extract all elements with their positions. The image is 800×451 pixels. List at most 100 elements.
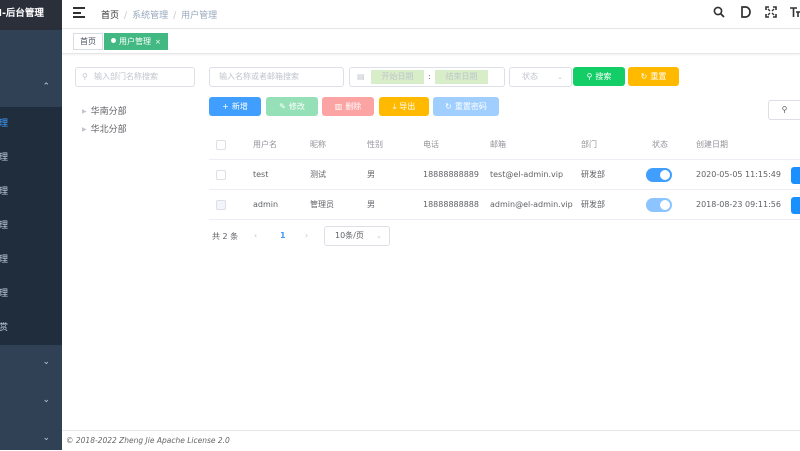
column-header: 创建日期 [696,140,728,149]
tree-node[interactable]: ▶ 华南分部 [82,104,127,117]
keyword-search-input[interactable]: 输入名称或者邮箱搜索 [209,67,344,87]
breadcrumb: 首页 / 系统管理 / 用户管理 [101,11,218,21]
sidebar-logo[interactable]: N-后台管理 [0,0,62,30]
dept-search-placeholder: 输入部门名称搜索 [94,72,158,81]
add-button-label: 新增 [231,102,248,111]
close-icon[interactable]: × [155,38,161,46]
cell-username: test [253,170,269,179]
column-header: 用户名 [253,140,277,149]
reset-button-label: 重置 [650,72,667,81]
sidebar-item-job-scheduling[interactable]: 赏 [0,311,62,345]
fullscreen-icon[interactable] [764,6,778,20]
download-icon: ⤓ [392,102,397,111]
add-button[interactable]: + 新增 [209,97,261,116]
tag-user-management[interactable]: 用户管理 × [104,33,168,50]
cell-username: admin [253,200,279,209]
cell-phone: 18888888888 [423,200,479,209]
sidebar-menu-tools[interactable]: ⌄ [0,383,62,417]
prev-page-icon[interactable]: ‹ [254,231,257,240]
breadcrumb-user: 用户管理 [181,11,218,21]
search-icon: ⚲ [82,72,88,81]
navbar: 首页 / 系统管理 / 用户管理 [62,0,800,29]
sidebar-item-job-management[interactable]: 理 [0,243,62,277]
edit-button-label: 修改 [288,102,305,111]
sidebar-item-label: 理 [0,255,9,265]
table-row[interactable]: test 测试 男 18888888889 test@el-admin.vip … [209,160,800,190]
document-icon[interactable] [738,6,752,20]
sidebar-item-label: 理 [0,153,9,163]
dept-search-input[interactable]: ⚲ 输入部门名称搜索 [75,67,195,87]
page-size-value: 10条/页 [335,231,364,240]
caret-right-icon[interactable]: ▶ [82,108,87,115]
toggle-search-button[interactable]: ⚲ [768,100,800,120]
reset-password-label: 重置密码 [454,102,487,111]
column-header: 昵称 [310,140,326,149]
search-icon[interactable] [712,6,726,20]
keyword-placeholder: 输入名称或者邮箱搜索 [219,72,299,81]
tags-view: 首页 用户管理 × [62,30,800,54]
delete-button[interactable]: ▥ 删除 [322,97,374,116]
reset-button[interactable]: ↻ 重置 [628,67,679,86]
sidebar-item-label: 理 [0,221,9,231]
footer: © 2018-2022 Zheng Jie Apache License 2.0 [62,430,800,450]
font-size-icon[interactable] [790,6,800,20]
select-all-checkbox[interactable] [216,140,226,150]
table-row[interactable]: admin 管理员 男 18888888888 admin@el-admin.v… [209,190,800,220]
main-area: 首页 / 系统管理 / 用户管理 首页 用户管理 × ⚲ 输入部门名称搜索 ▶ 华南分部 [62,0,800,450]
search-icon: ⚲ [586,72,593,81]
active-dot-icon [111,38,116,43]
sidebar-item-role-management[interactable]: 理 [0,141,62,175]
status-switch[interactable] [646,168,672,182]
row-edit-button[interactable] [791,197,800,214]
cell-gender: 男 [367,200,375,209]
sidebar-item-label: 理 [0,289,9,299]
status-switch[interactable] [646,198,672,212]
date-separator: : [428,72,431,81]
edit-button[interactable]: ✎ 修改 [266,97,318,116]
plus-icon: + [222,102,229,111]
cell-dept: 研发部 [581,200,605,209]
date-range-picker[interactable]: ▤ 开始日期 : 结束日期 [349,67,505,87]
export-button[interactable]: ⤓ 导出 [379,97,429,116]
tag-home[interactable]: 首页 [73,33,103,50]
cell-email: admin@el-admin.vip [490,200,573,209]
footer-copyright: © 2018-2022 Zheng Jie Apache License 2.0 [66,436,230,445]
row-checkbox[interactable] [216,200,226,210]
chevron-down-icon: ⌄ [376,232,382,240]
trash-icon: ▥ [334,102,343,111]
sidebar-item-label: 赏 [0,323,9,333]
status-select[interactable]: 状态 ⌄ [509,67,572,87]
sidebar-item-label: 理 [0,119,9,129]
cell-dept: 研发部 [581,170,605,179]
export-button-label: 导出 [399,102,416,111]
tree-node[interactable]: ▶ 华北分部 [82,122,127,135]
next-page-icon[interactable]: › [305,231,308,240]
tree-node-label: 华北分部 [90,125,127,135]
sidebar-item-user-management[interactable]: 理 [0,107,62,141]
row-checkbox[interactable] [216,170,226,180]
reset-password-button[interactable]: ↻ 重置密码 [433,97,499,116]
caret-right-icon[interactable]: ▶ [82,126,87,133]
breadcrumb-system: 系统管理 [132,11,169,21]
sidebar: N-后台管理 ⌃ 理 理 理 理 理 理 赏 ⌄ ⌄ ⌄ [0,0,62,450]
breadcrumb-home[interactable]: 首页 [101,11,119,21]
sidebar-menu-monitor[interactable]: ⌄ [0,345,62,379]
chevron-down-icon: ⌄ [557,73,563,81]
start-date-input[interactable]: 开始日期 [371,70,424,84]
sidebar-item-dept-management[interactable]: 理 [0,209,62,243]
cell-phone: 18888888889 [423,170,479,179]
page-size-select[interactable]: 10条/页 ⌄ [324,226,390,246]
sidebar-item-menu-management[interactable]: 理 [0,175,62,209]
sidebar-menu-components[interactable]: ⌄ [0,421,62,450]
search-button[interactable]: ⚲ 搜索 [573,67,625,86]
sidebar-item-dict-management[interactable]: 理 [0,277,62,311]
hamburger-icon[interactable] [73,7,85,19]
tag-label: 用户管理 [119,37,151,46]
cell-nickname: 管理员 [310,200,334,209]
end-date-input[interactable]: 结束日期 [435,70,488,84]
sidebar-menu-system[interactable]: ⌃ [0,70,62,104]
page-number[interactable]: 1 [280,231,286,240]
edit-icon: ✎ [279,102,286,111]
cell-nickname: 测试 [310,170,326,179]
row-edit-button[interactable] [791,167,800,184]
